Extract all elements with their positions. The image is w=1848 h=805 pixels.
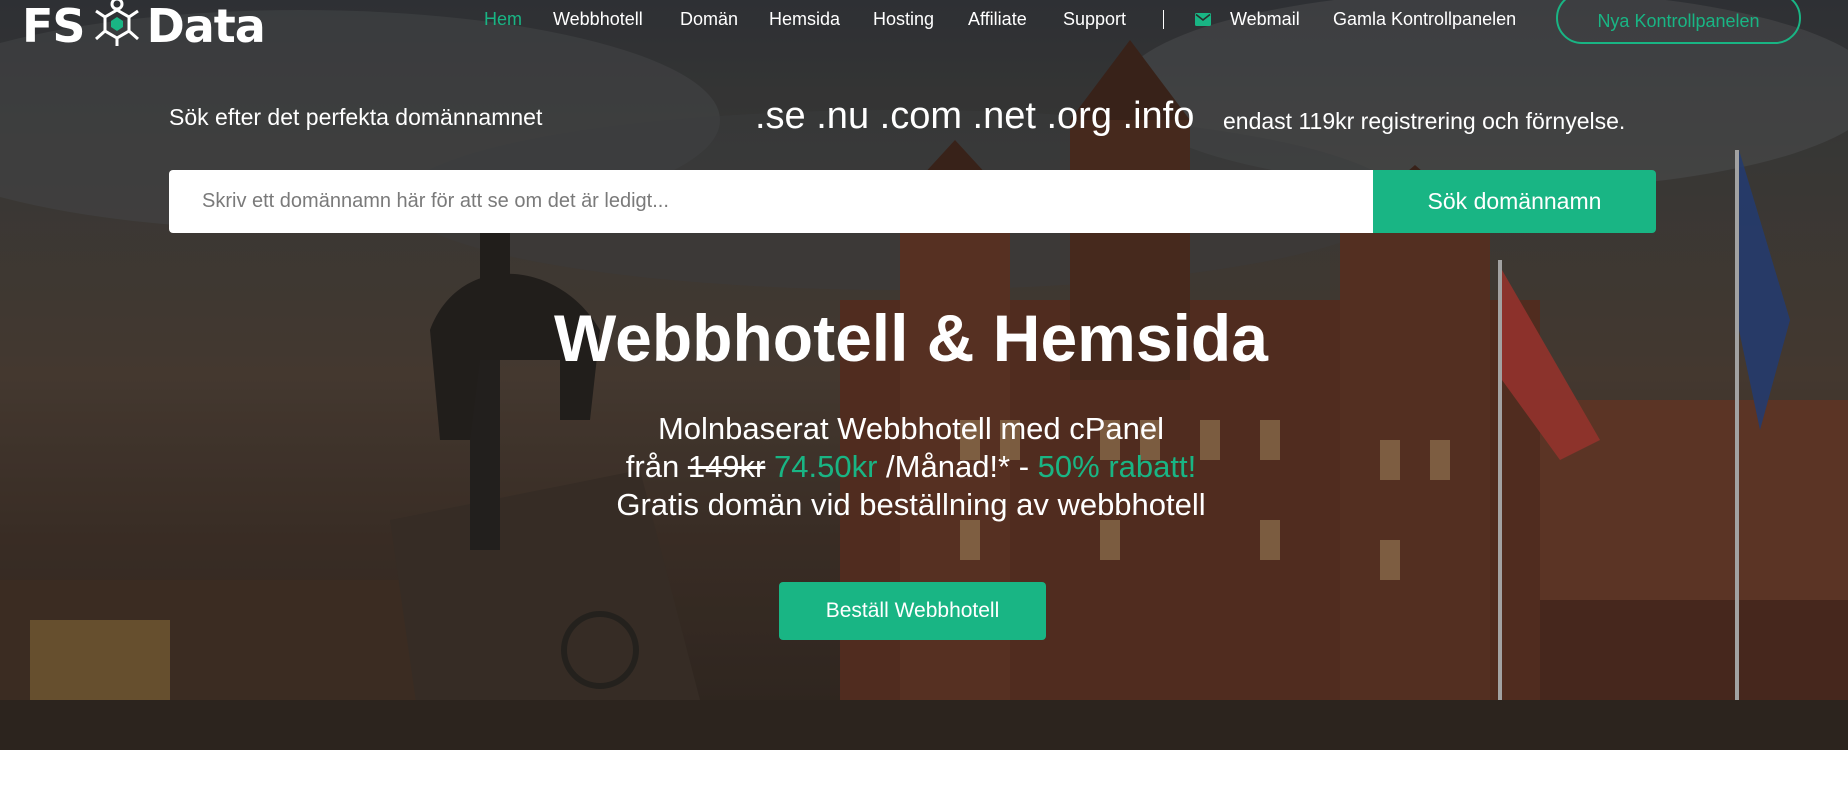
domain-search-label: Sök efter det perfekta domännamnet [169,104,543,130]
search-domain-button[interactable]: Sök domännamn [1373,170,1656,233]
nav-item-hemsida[interactable]: Hemsida [769,9,840,30]
nav-item-old-control-panel[interactable]: Gamla Kontrollpanelen [1333,9,1516,30]
nav-item-doman[interactable]: Domän [680,9,738,30]
nav-divider [1163,10,1164,29]
nav-item-affiliate[interactable]: Affiliate [968,9,1027,30]
tld-price-note: endast 119kr registrering och förnyelse. [1223,108,1626,134]
order-webhosting-button[interactable]: Beställ Webbhotell [779,582,1046,640]
offer-line-1: Molnbaserat Webbhotell med cPanel [657,411,1165,446]
hero-offer: Molnbaserat Webbhotell med cPanel från 1… [0,410,1822,524]
domain-search-input[interactable] [169,170,1373,233]
nav-item-webbhotell[interactable]: Webbhotell [553,9,643,30]
price-prefix: från [625,449,680,484]
nav-item-webmail[interactable]: Webmail [1230,9,1300,30]
nav-item-hem[interactable]: Hem [484,9,522,30]
new-control-panel-button[interactable]: Nya Kontrollpanelen [1556,0,1801,44]
offer-line-3: Gratis domän vid beställning av webbhote… [616,487,1206,522]
offer-line-2: från 149kr 74.50kr /Månad!* - 50% rabatt… [0,448,1822,486]
new-price: 74.50kr [774,449,878,484]
old-price: 149kr [687,449,766,484]
nav-item-support[interactable]: Support [1063,9,1126,30]
nav-item-hosting[interactable]: Hosting [873,9,934,30]
envelope-icon [1195,13,1211,26]
per-month-text: /Månad!* - [886,449,1030,484]
discount-text: 50% rabatt! [1037,449,1197,484]
hero-headline: Webbhotell & Hemsida [554,301,1268,375]
main-nav: Hem Webbhotell Domän Hemsida Hosting Aff… [0,0,1848,44]
tld-list: .se .nu .com .net .org .info [755,95,1195,137]
